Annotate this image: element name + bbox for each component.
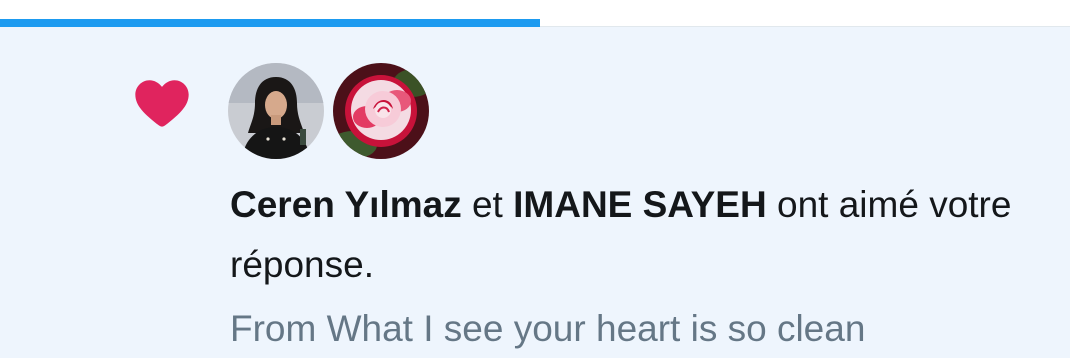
reply-preview: From What I see your heart is so clean [230, 308, 866, 349]
notification-message: Ceren Yılmaz et IMANE SAYEH ont aimé vot… [230, 175, 1050, 295]
top-bar [0, 0, 1070, 27]
user-name-2[interactable]: IMANE SAYEH [513, 184, 767, 225]
avatar-rose-icon[interactable] [333, 63, 429, 159]
progress-bar [0, 19, 1070, 27]
progress-fill [0, 19, 541, 27]
connector-text: et [461, 184, 514, 225]
heart-icon [135, 80, 189, 127]
avatar-person-icon[interactable] [228, 63, 324, 159]
user-name-1[interactable]: Ceren Yılmaz [230, 184, 462, 225]
like-notification[interactable]: Ceren Yılmaz et IMANE SAYEH ont aimé vot… [0, 27, 1070, 358]
